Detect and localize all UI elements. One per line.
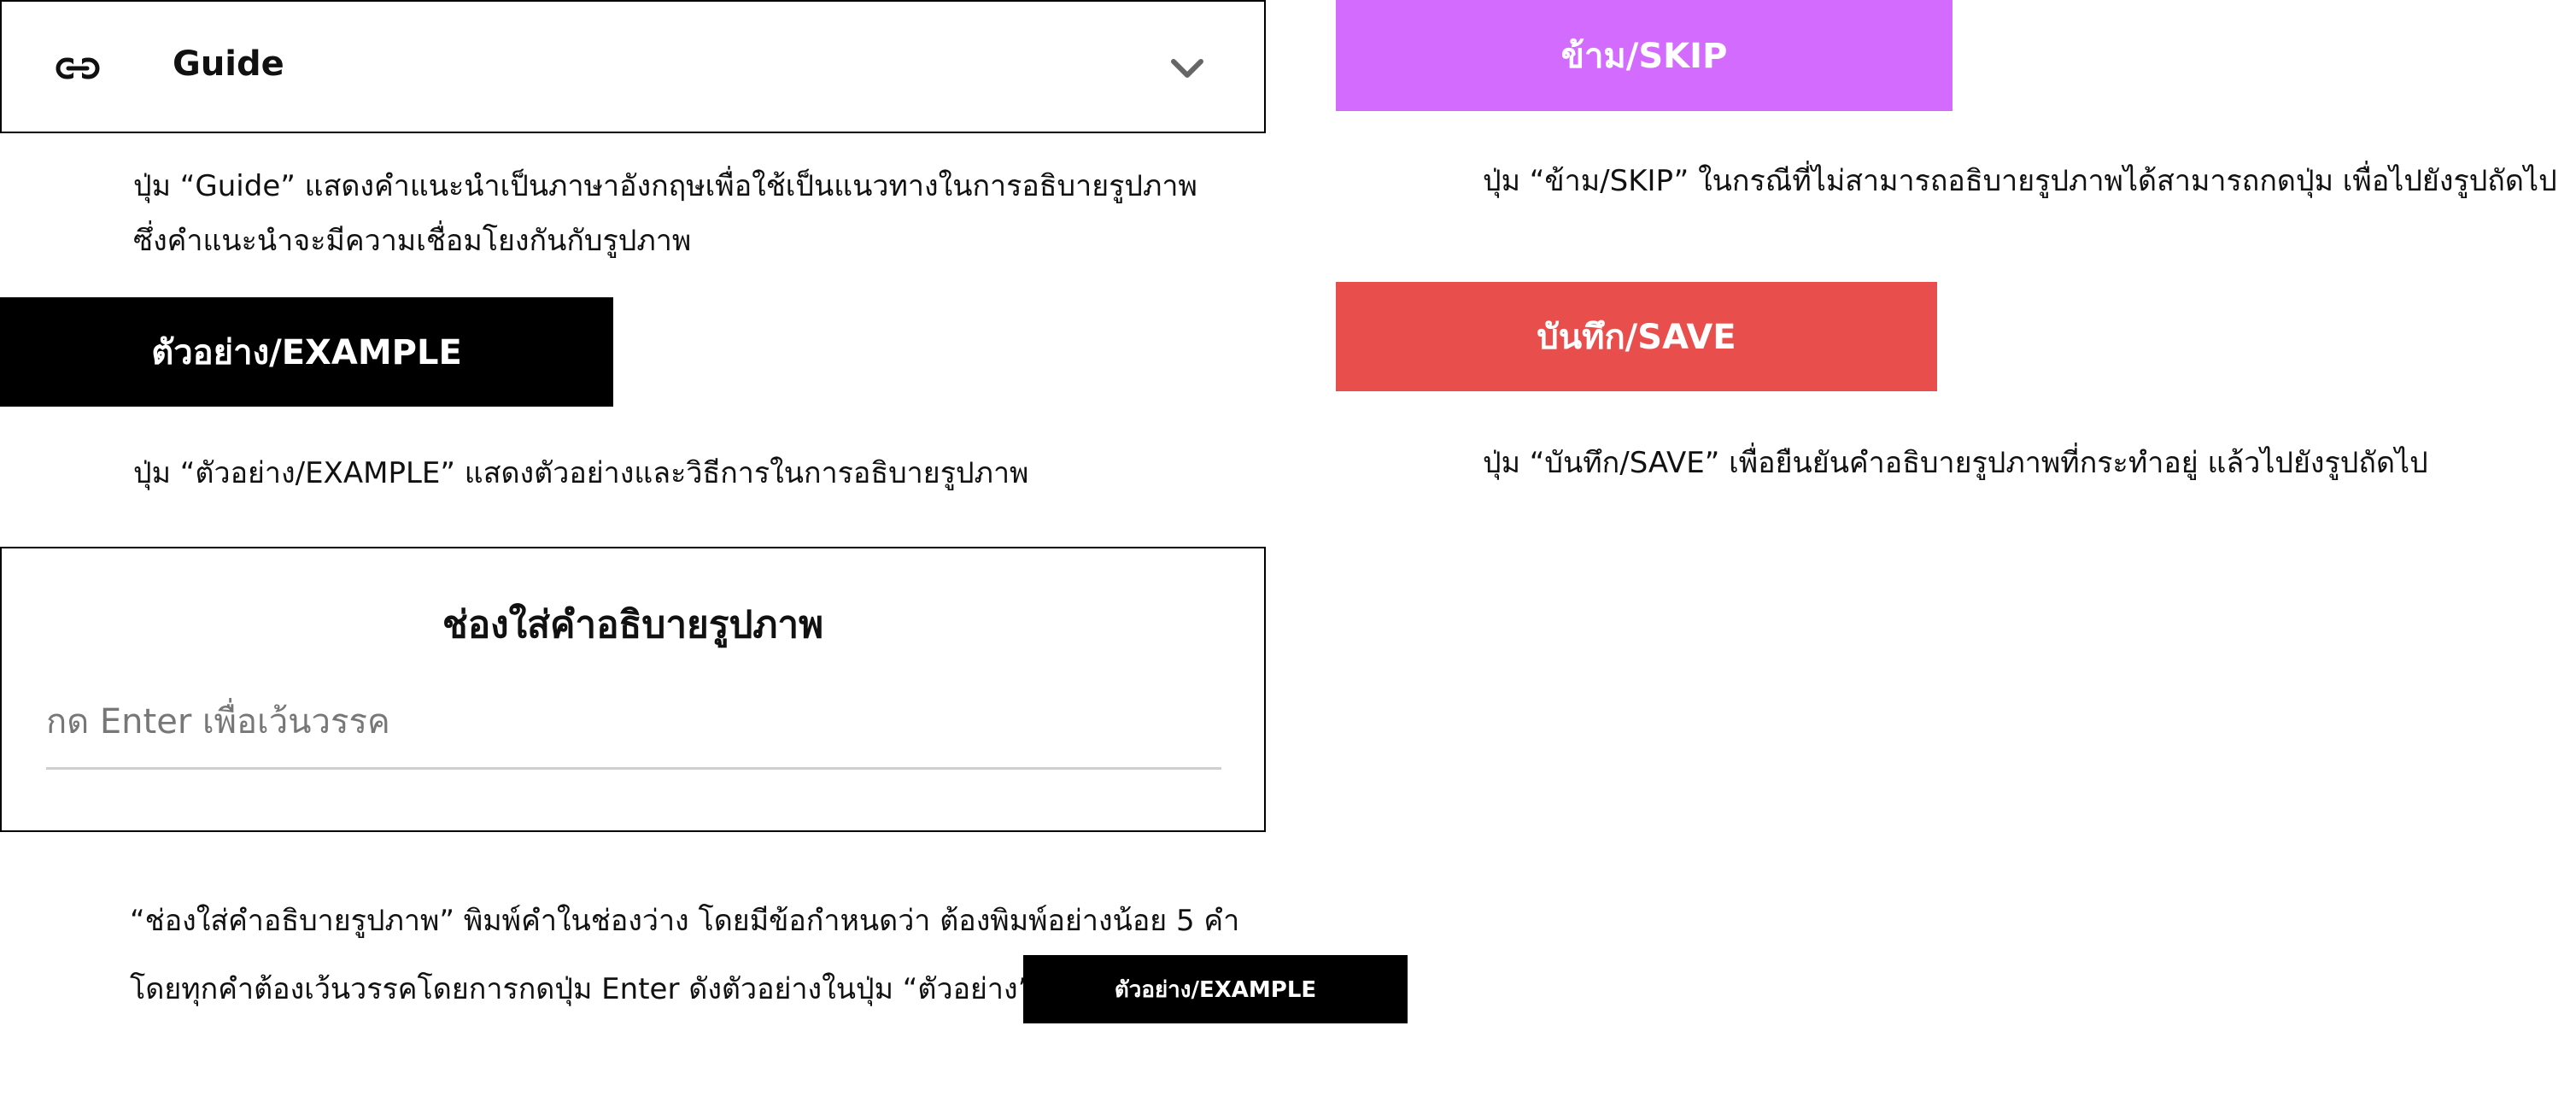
- description-help-line-1: “ช่องใส่คำอธิบายรูปภาพ” พิมพ์คำในช่องว่า…: [130, 904, 1240, 938]
- chevron-down-icon[interactable]: [1167, 51, 1208, 85]
- save-description: ปุ่ม “บันทึก/SAVE” เพื่อยืนยันคำอธิบายรู…: [1483, 446, 2428, 480]
- skip-description: ปุ่ม “ข้าม/SKIP” ในกรณีที่ไม่สามารถอธิบา…: [1483, 164, 2557, 198]
- guide-description-line-2: ซึ่งคำแนะนำจะมีความเชื่อมโยงกันกับรูปภาพ: [133, 224, 692, 258]
- save-button[interactable]: บันทึก/SAVE: [1336, 282, 1937, 391]
- example-button-small[interactable]: ตัวอย่าง/EXAMPLE: [1023, 955, 1408, 1023]
- link-icon: [56, 56, 100, 80]
- guide-description-line-1: ปุ่ม “Guide” แสดงคำแนะนำเป็นภาษาอังกฤษเพ…: [133, 169, 1197, 203]
- description-help-line-2: โดยทุกคำต้องเว้นวรรคโดยการกดปุ่ม Enter ด…: [130, 972, 1033, 1006]
- guide-title: Guide: [173, 44, 284, 84]
- example-description: ปุ่ม “ตัวอย่าง/EXAMPLE” แสดงตัวอย่างและว…: [133, 456, 1029, 490]
- guide-accordion[interactable]: Guide: [0, 0, 1266, 133]
- description-panel: ช่องใส่คำอธิบายรูปภาพ: [0, 547, 1266, 832]
- skip-button[interactable]: ข้าม/SKIP: [1336, 0, 1952, 111]
- example-button[interactable]: ตัวอย่าง/EXAMPLE: [0, 297, 613, 407]
- description-input[interactable]: [46, 677, 1221, 770]
- description-panel-title: ช่องใส่คำอธิบายรูปภาพ: [442, 603, 824, 647]
